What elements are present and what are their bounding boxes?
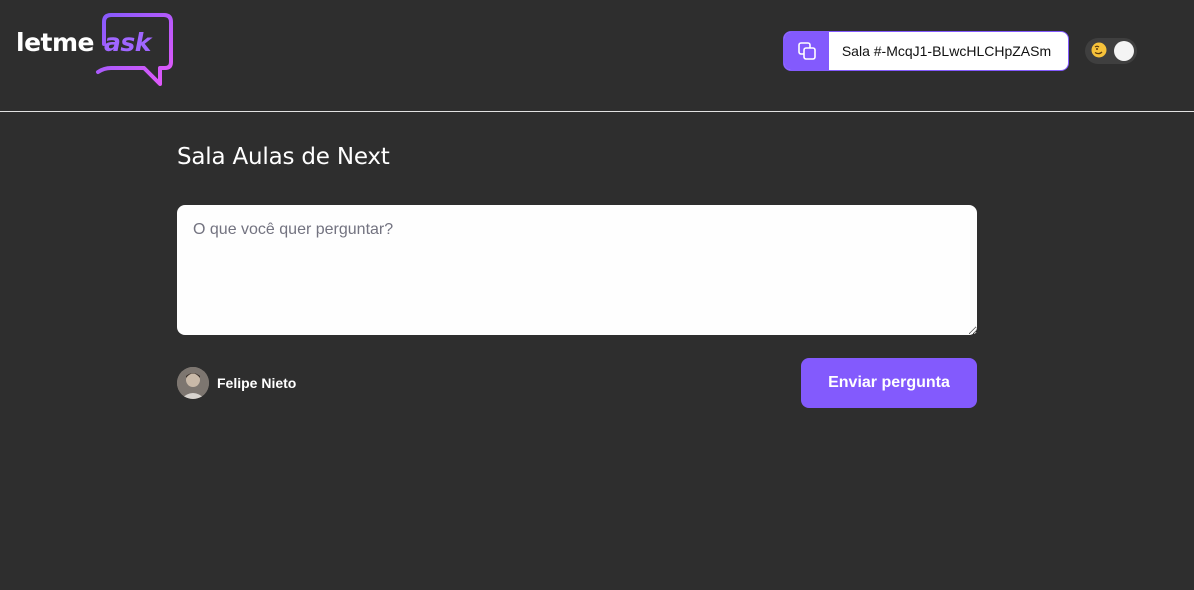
avatar	[177, 367, 209, 399]
theme-toggle[interactable]	[1085, 38, 1137, 64]
copy-icon[interactable]	[784, 32, 829, 70]
user-name: Felipe Nieto	[217, 375, 297, 391]
room-code-button[interactable]: Sala #-McqJ1-BLwcHLCHpZASm	[783, 31, 1069, 71]
question-textarea[interactable]	[177, 205, 977, 335]
send-question-button[interactable]: Enviar pergunta	[801, 358, 977, 408]
room-title: Sala Aulas de Next	[177, 144, 390, 170]
user-info: Felipe Nieto	[177, 367, 296, 399]
toggle-knob[interactable]	[1114, 41, 1134, 61]
app-header: letme ask Sala #-McqJ1-BLwcHLCHpZASm	[0, 0, 1194, 112]
logo-text-letme: letme	[16, 28, 94, 57]
letmeask-logo[interactable]: letme ask	[16, 12, 176, 90]
room-code-label: Sala #-McqJ1-BLwcHLCHpZASm	[841, 43, 1052, 59]
emoji-icon	[1091, 42, 1107, 58]
logo-text-ask: ask	[104, 28, 151, 57]
